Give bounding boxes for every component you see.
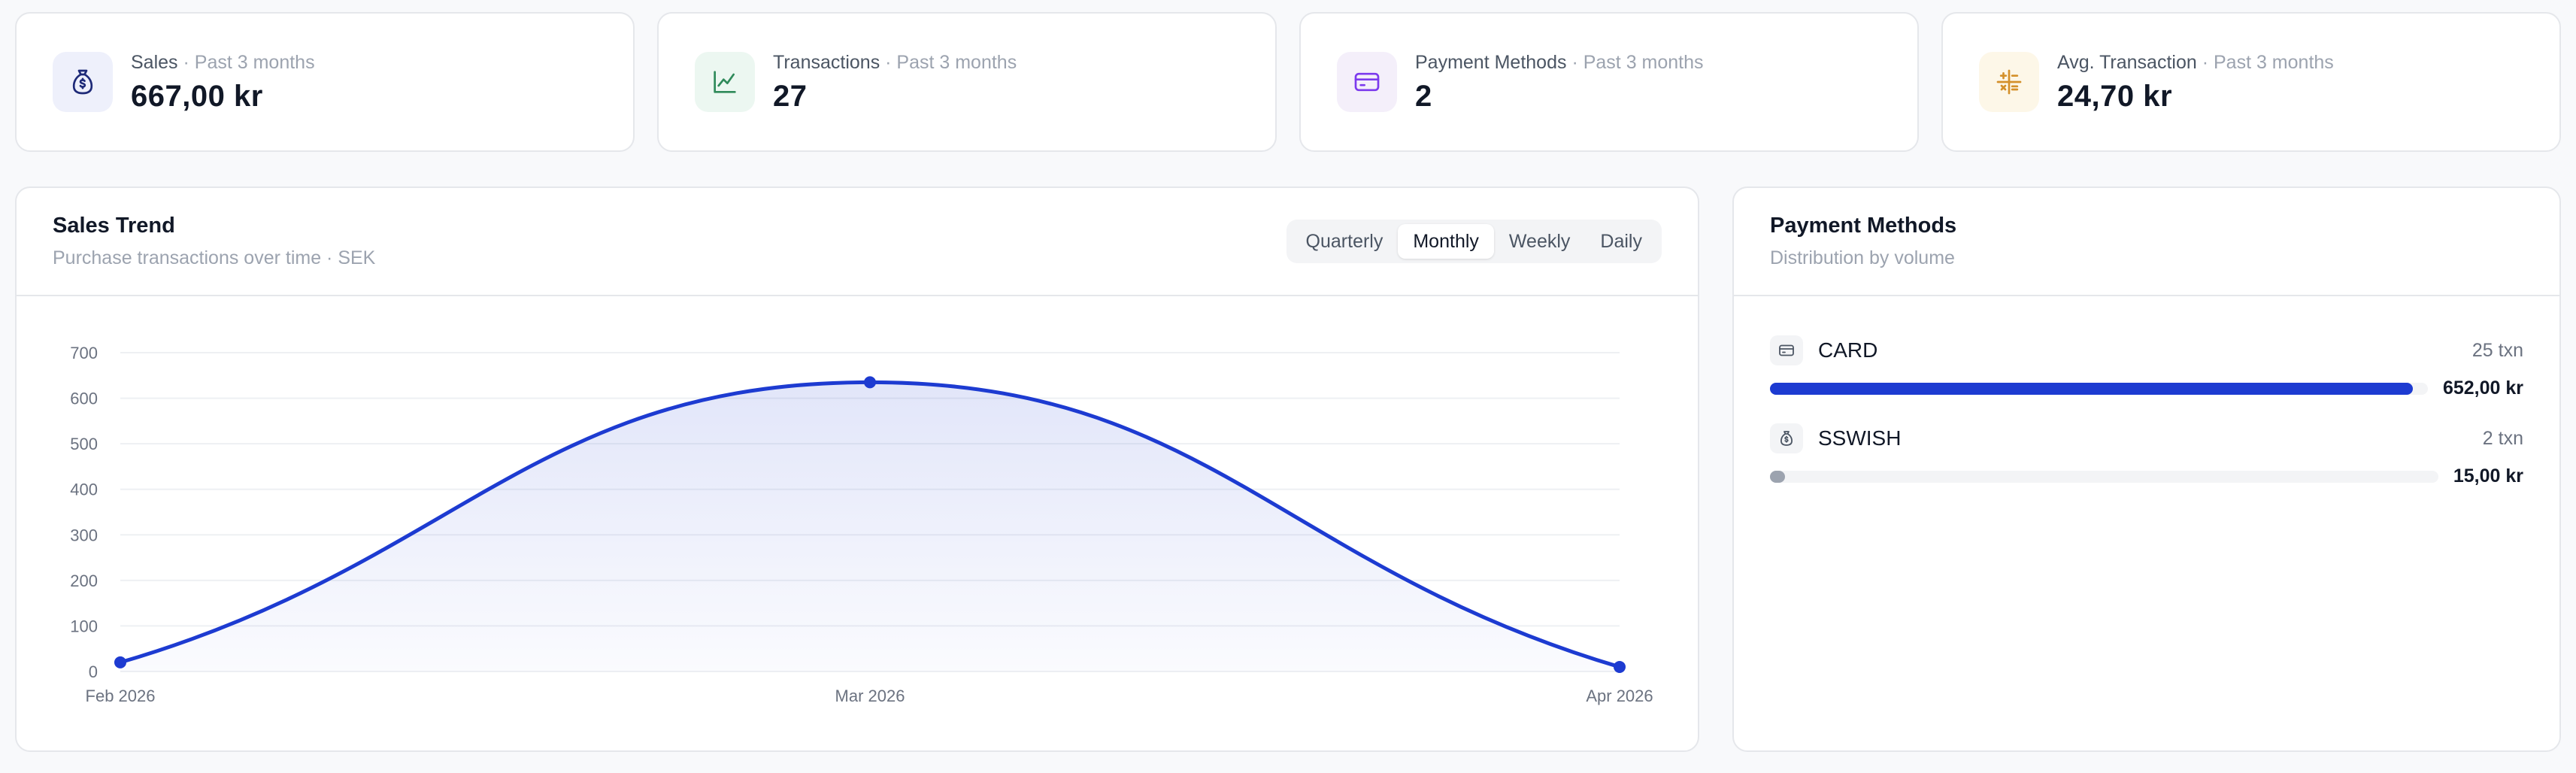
payment-method-sswish: SSWISH 2 txn 15,00 kr (1770, 423, 2523, 487)
panel-title: Payment Methods (1770, 214, 1957, 238)
stat-period: · Past 3 months (2202, 51, 2334, 73)
stat-value: 2 (1415, 79, 1432, 113)
stat-label: Payment Methods (1415, 51, 1567, 73)
stat-value: 24,70 kr (2057, 79, 2173, 113)
payment-method-bar-fill (1770, 470, 1785, 483)
stat-card-transactions: Transactions · Past 3 months 27 (657, 12, 1277, 152)
stat-period: · Past 3 months (1571, 51, 1704, 73)
sales-area-fill (120, 382, 1620, 671)
payment-methods-header: Payment Methods Distribution by volume (1734, 188, 2559, 296)
y-tick-label: 700 (70, 344, 98, 362)
credit-card-icon (1337, 52, 1397, 112)
payment-method-txn-count: 2 txn (2482, 427, 2523, 449)
money-bag-icon (53, 52, 113, 112)
x-tick-label: Feb 2026 (86, 687, 156, 705)
payment-method-card: CARD 25 txn 652,00 kr (1770, 335, 2523, 399)
x-tick-label: Apr 2026 (1586, 687, 1653, 705)
panel-subtitle: Distribution by volume (1770, 247, 1955, 268)
sales-trend-header: Sales Trend Purchase transactions over t… (17, 188, 1698, 296)
period-monthly-button[interactable]: Monthly (1398, 224, 1494, 259)
payment-method-name: SSWISH (1818, 426, 1902, 450)
payment-method-bar-track (1770, 382, 2428, 395)
payment-method-bar-fill (1770, 382, 2414, 395)
payment-method-name: CARD (1818, 338, 1878, 362)
stat-period: · Past 3 months (885, 51, 1017, 73)
stat-value: 27 (773, 79, 808, 113)
y-tick-label: 400 (70, 480, 98, 499)
payment-method-txn-count: 25 txn (2471, 339, 2523, 361)
payment-method-amount: 652,00 kr (2442, 377, 2523, 399)
data-point[interactable] (864, 376, 876, 389)
period-quarterly-button[interactable]: Quarterly (1291, 224, 1399, 259)
y-tick-label: 0 (89, 662, 98, 681)
y-tick-label: 200 (70, 571, 98, 590)
stat-card-avg-transaction: Avg. Transaction · Past 3 months 24,70 k… (1941, 12, 2561, 152)
stat-card-payment-methods: Payment Methods · Past 3 months 2 (1299, 12, 1919, 152)
x-tick-label: Mar 2026 (835, 687, 905, 705)
stat-value: 667,00 kr (131, 79, 263, 113)
period-daily-button[interactable]: Daily (1585, 224, 1657, 259)
calculator-icon (1979, 52, 2039, 112)
line-chart-icon (695, 52, 755, 112)
stat-period: · Past 3 months (183, 51, 315, 73)
stat-label: Avg. Transaction (2057, 51, 2197, 73)
stat-card-sales: Sales · Past 3 months 667,00 kr (15, 12, 635, 152)
payment-method-bar-track (1770, 470, 2438, 483)
stat-label: Sales (131, 51, 178, 73)
stats-row: Sales · Past 3 months 667,00 kr Transact… (15, 12, 2561, 152)
data-point[interactable] (114, 656, 126, 668)
payment-methods-panel: Payment Methods Distribution by volume C… (1732, 186, 2561, 752)
stat-label: Transactions (773, 51, 880, 73)
y-tick-label: 300 (70, 526, 98, 544)
credit-card-icon (1770, 335, 1803, 365)
y-tick-label: 600 (70, 390, 98, 408)
y-tick-label: 500 (70, 435, 98, 453)
sales-trend-chart: 0 100 200 300 400 500 600 700 Feb 2026 Mar 2026 Ap… (17, 298, 1698, 750)
y-tick-label: 100 (70, 617, 98, 635)
sales-trend-panel: Sales Trend Purchase transactions over t… (15, 186, 1699, 752)
period-switcher: Quarterly Monthly Weekly Daily (1286, 220, 1662, 263)
data-point[interactable] (1614, 660, 1626, 673)
money-bag-icon (1770, 423, 1803, 453)
payment-methods-list: CARD 25 txn 652,00 kr SSWISH 2 txn 15,00… (1734, 296, 2559, 487)
sales-trend-chart-svg: 0 100 200 300 400 500 600 700 Feb 2026 Mar 2026 Ap… (70, 344, 1653, 705)
period-weekly-button[interactable]: Weekly (1494, 224, 1586, 259)
payment-method-amount: 15,00 kr (2453, 465, 2523, 487)
